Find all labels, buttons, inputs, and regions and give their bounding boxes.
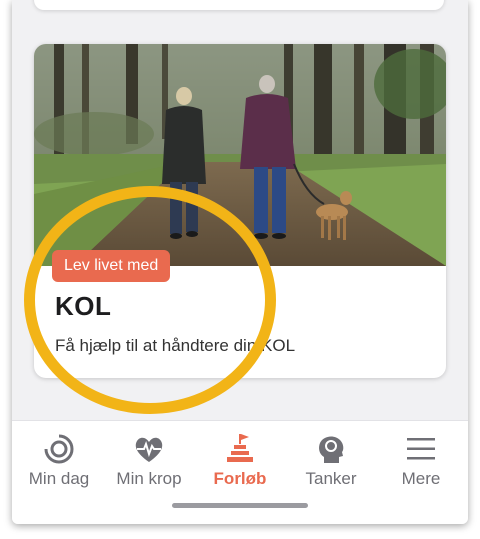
home-indicator[interactable] [172, 503, 308, 508]
tab-label: Min dag [28, 469, 90, 488]
tab-label: Forløb [213, 469, 267, 488]
course-subtitle: Få hjælp til at håndtere din KOL [55, 336, 296, 355]
tab-label: Tanker [305, 469, 357, 488]
course-card-kol[interactable]: Lev livet med KOL Få hjælp til at håndte… [34, 44, 446, 378]
tab-forlob[interactable]: Forløb [195, 433, 285, 503]
summit-flag-icon [227, 434, 253, 462]
course-card-image [34, 44, 446, 266]
bottom-tab-bar: Min dag Min krop Forløb Tanker Mere [12, 420, 468, 524]
head-brain-icon [319, 436, 344, 463]
heart-pulse-icon [135, 437, 163, 462]
course-title: KOL [55, 291, 112, 321]
course-category-badge: Lev livet med [52, 250, 171, 282]
menu-icon [407, 438, 435, 460]
tab-tanker[interactable]: Tanker [286, 433, 376, 503]
tab-mere[interactable]: Mere [376, 433, 466, 503]
circle-progress-icon [44, 434, 74, 464]
tab-label: Mere [401, 469, 441, 488]
tab-label: Min krop [116, 469, 182, 488]
previous-card[interactable] [34, 0, 444, 10]
tab-min-krop[interactable]: Min krop [104, 433, 194, 503]
tab-min-dag[interactable]: Min dag [14, 433, 104, 503]
app-screen: Lev livet med KOL Få hjælp til at håndte… [12, 0, 468, 524]
